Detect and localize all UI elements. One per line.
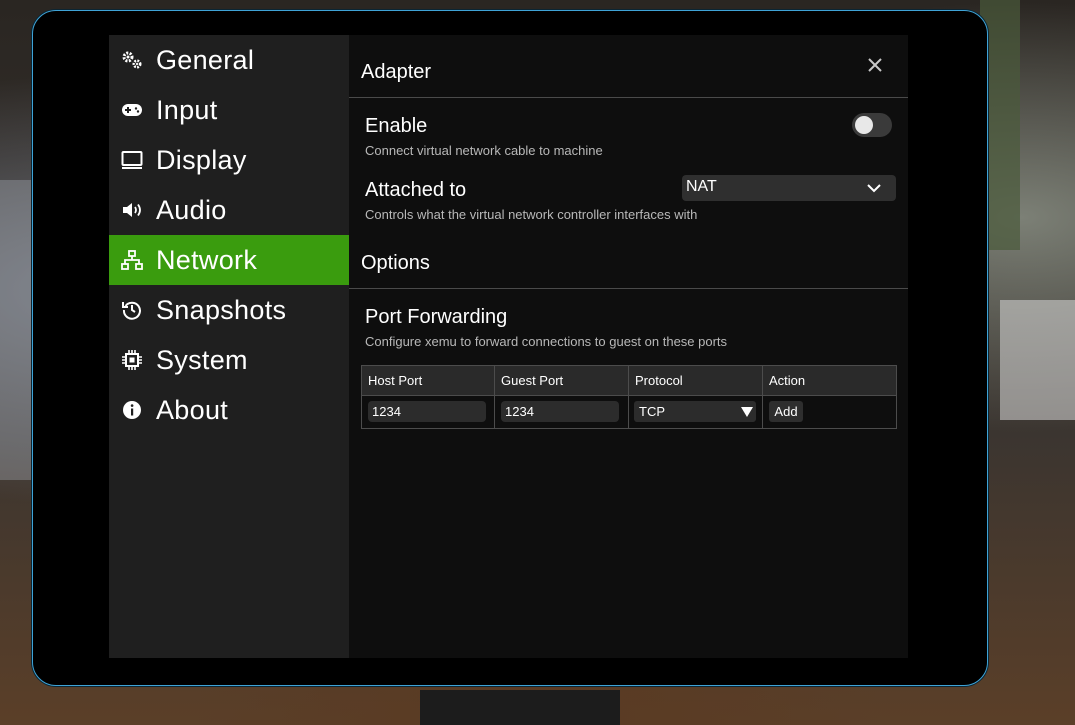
table-cell: TCP (629, 396, 763, 428)
sidebar-item-system[interactable]: System (109, 335, 349, 385)
protocol-select[interactable]: TCP (634, 401, 756, 422)
sidebar-item-general[interactable]: General (109, 35, 349, 85)
options-section-title: Options (361, 252, 430, 274)
network-settings-panel: Adapter Enable Connect virtual network c… (349, 35, 908, 658)
toggle-knob (855, 116, 873, 134)
port-forwarding-title: Port Forwarding (365, 306, 508, 328)
sidebar-item-label: About (156, 395, 229, 425)
sidebar-item-label: Snapshots (156, 295, 287, 325)
host-port-input[interactable]: 1234 (368, 401, 486, 422)
sidebar-item-display[interactable]: Display (109, 135, 349, 185)
enable-toggle[interactable] (852, 113, 892, 137)
sidebar-item-label: Audio (156, 195, 227, 225)
speaker-icon (123, 203, 141, 217)
attached-to-setting-title: Attached to (365, 179, 467, 201)
section-divider (349, 97, 908, 98)
port-forwarding-table: Host Port Guest Port Protocol Action 123… (361, 365, 897, 429)
port-forwarding-description: Configure xemu to forward connections to… (365, 334, 728, 349)
table-cell: 1234 (495, 396, 629, 428)
chip-icon (122, 350, 142, 370)
attached-to-setting-description: Controls what the virtual network contro… (365, 207, 698, 222)
guest-port-input[interactable]: 1234 (501, 401, 619, 422)
sidebar-item-network[interactable]: Network (109, 235, 349, 285)
sidebar-item-label: System (156, 345, 248, 375)
section-divider (349, 288, 908, 289)
settings-sidebar: General Input Display Audio Network Snap… (109, 35, 349, 658)
table-header-row: Host Port Guest Port Protocol Action (362, 366, 896, 396)
table-cell: Add (763, 396, 896, 428)
column-header-protocol: Protocol (629, 366, 763, 395)
sidebar-item-label: Network (156, 245, 258, 275)
attached-to-select[interactable]: NAT (682, 175, 896, 201)
history-icon (122, 301, 141, 320)
enable-setting-title: Enable (365, 115, 428, 137)
info-icon (123, 401, 141, 419)
enable-setting-description: Connect virtual network cable to machine (365, 143, 603, 158)
sidebar-item-input[interactable]: Input (109, 85, 349, 135)
adapter-section-title: Adapter (361, 61, 432, 83)
sidebar-item-label: Display (156, 145, 247, 175)
column-header-action: Action (769, 373, 806, 388)
sidebar-item-snapshots[interactable]: Snapshots (109, 285, 349, 335)
sidebar-item-label: Input (156, 95, 218, 125)
table-cell: 1234 (362, 396, 495, 428)
triangle-down-icon (741, 407, 753, 417)
sidebar-item-audio[interactable]: Audio (109, 185, 349, 235)
network-icon (121, 250, 143, 270)
column-header-host-port: Host Port (362, 366, 495, 395)
chevron-down-icon (867, 184, 881, 193)
attached-to-selected-value: NAT (686, 178, 717, 195)
column-header-guest-port: Guest Port (495, 366, 629, 395)
add-port-forward-button[interactable]: Add (769, 401, 803, 422)
gears-icon (122, 51, 142, 69)
monitor-icon (121, 151, 143, 169)
close-icon[interactable] (863, 53, 887, 77)
protocol-selected-value: TCP (639, 404, 665, 419)
sidebar-item-label: General (156, 45, 255, 75)
sidebar-item-about[interactable]: About (109, 385, 349, 435)
gamepad-icon (122, 104, 142, 116)
